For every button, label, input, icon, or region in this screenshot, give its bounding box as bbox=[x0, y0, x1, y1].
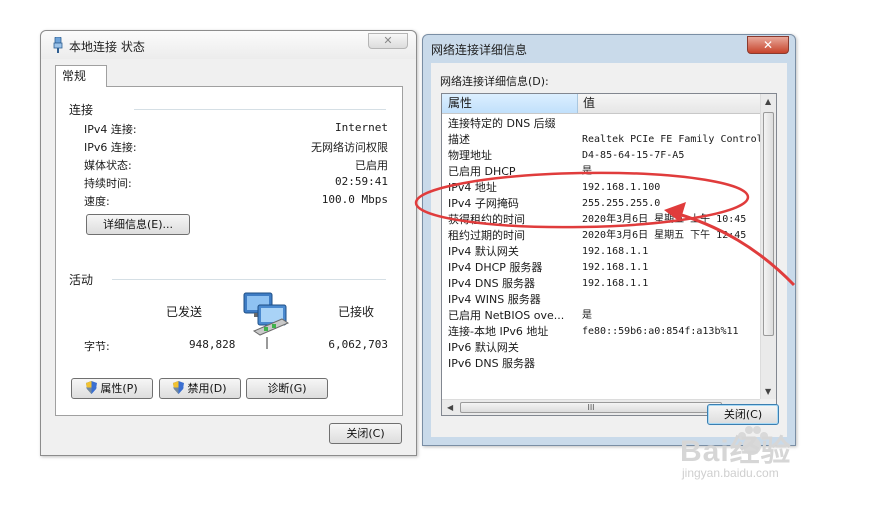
watermark-title: Bai经验 bbox=[680, 435, 792, 468]
tab-general[interactable]: 常规 bbox=[55, 65, 107, 87]
annotation-arrow bbox=[667, 209, 796, 287]
watermark-url: jingyan.baidu.com bbox=[682, 466, 779, 480]
watermark-logo: Bai经验 jingyan.baidu.com bbox=[676, 420, 846, 490]
